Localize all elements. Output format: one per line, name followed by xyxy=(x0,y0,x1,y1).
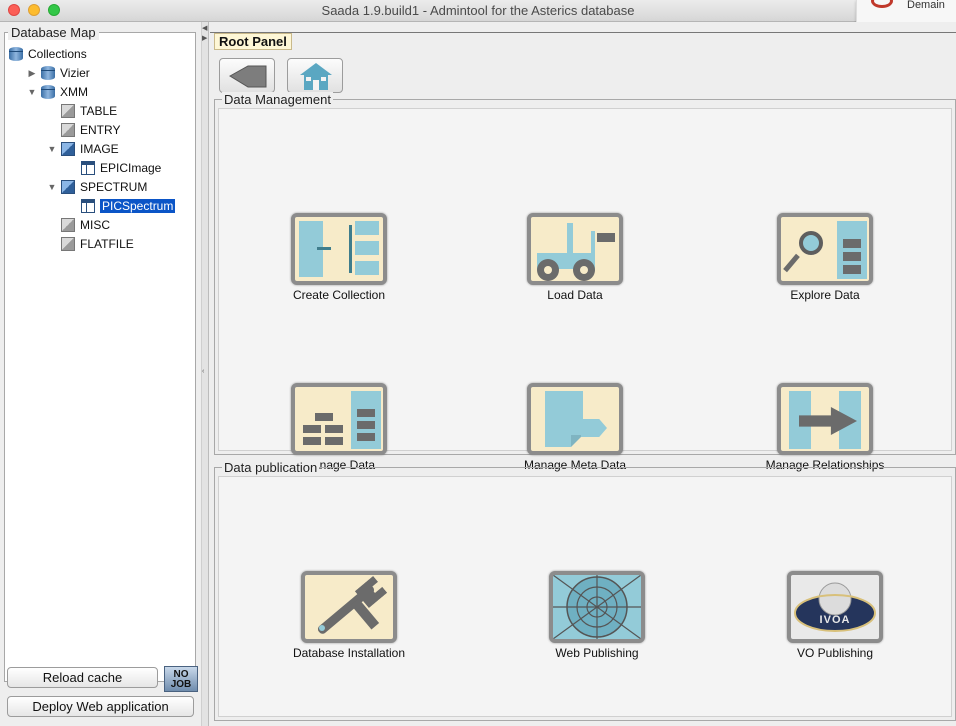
explore-data-label: Explore Data xyxy=(790,288,860,302)
home-icon xyxy=(300,63,332,90)
create-collection-icon xyxy=(291,213,387,285)
root-panel-frame: Root Panel Create Collection Load Data E… xyxy=(210,32,956,722)
deploy-web-application-button[interactable]: Deploy Web application xyxy=(7,696,194,717)
tree-node-label: SPECTRUM xyxy=(80,180,148,194)
tree-node-label: IMAGE xyxy=(80,142,119,156)
bricks-icon xyxy=(291,383,387,455)
vo-publishing-tile[interactable]: IVOA VO Publishing xyxy=(745,571,925,660)
expand-toggle-icon[interactable]: ▼ xyxy=(47,144,57,154)
tree-node-entry[interactable]: ENTRY xyxy=(47,121,120,139)
tree-node-picspectrum[interactable]: PICSpectrum xyxy=(67,197,176,215)
expand-right-arrow-icon[interactable]: ▶ xyxy=(202,34,207,42)
database-installation-tile[interactable]: Database Installation xyxy=(259,571,439,660)
web-publishing-tile[interactable]: Web Publishing xyxy=(507,571,687,660)
expand-toggle-icon[interactable]: ▼ xyxy=(27,87,37,97)
tree-node-label: Vizier xyxy=(60,66,90,80)
split-pane-divider[interactable]: ◀ ▶ ‹ xyxy=(201,22,208,726)
database-icon xyxy=(41,85,55,99)
root-panel: Root Panel Create Collection Load Data E… xyxy=(208,22,956,726)
load-data-tile[interactable]: Load Data xyxy=(485,213,665,302)
tree-node-label: ENTRY xyxy=(80,123,121,137)
database-map-panel: Collections ▶ Vizier ▼ XMM TABLE ENTRY ▼ IMAGE EP… xyxy=(4,32,196,682)
explore-data-tile[interactable]: Explore Data xyxy=(735,213,915,302)
cube-blue-icon xyxy=(61,142,75,156)
database-map-title: Database Map xyxy=(8,25,99,40)
manage-meta-data-tile[interactable]: Manage Meta Data xyxy=(485,383,665,472)
forklift-icon xyxy=(527,213,623,285)
web-publishing-label: Web Publishing xyxy=(555,646,639,660)
manage-data-tile[interactable]: Manage Data xyxy=(249,383,429,472)
tree-node-image[interactable]: ▼ IMAGE xyxy=(47,140,119,158)
data-publication-content: Database Installation Web Publishing IVO… xyxy=(218,476,952,717)
tree-node-label: TABLE xyxy=(80,104,118,118)
data-publication-title: Data publication xyxy=(222,460,320,475)
tree-node-vizier[interactable]: ▶ Vizier xyxy=(27,64,90,82)
title-bar: Saada 1.9.build1 - Admintool for the Ast… xyxy=(0,0,956,22)
cube-icon xyxy=(61,123,75,137)
expand-toggle-icon[interactable]: ▼ xyxy=(47,182,57,192)
data-management-section: Create Collection Load Data Explore Data… xyxy=(214,92,956,472)
home-button[interactable] xyxy=(287,58,343,93)
tree-node-label: PICSpectrum xyxy=(100,199,176,213)
tree-node-spectrum[interactable]: ▼ SPECTRUM xyxy=(47,178,147,196)
tree-node-misc[interactable]: MISC xyxy=(47,216,110,234)
tree-node-xmm[interactable]: ▼ XMM xyxy=(27,83,88,101)
tree-node-label: EPICImage xyxy=(100,161,162,175)
divider-grip-icon: ‹ xyxy=(202,368,205,375)
data-management-content: Create Collection Load Data Explore Data… xyxy=(218,108,952,472)
window-title: Saada 1.9.build1 - Admintool for the Ast… xyxy=(321,3,635,18)
ivoa-logo-text: IVOA xyxy=(819,614,851,626)
root-panel-title: Root Panel xyxy=(214,33,292,50)
arrow-relation-icon xyxy=(777,383,873,455)
left-pane: Collections ▶ Vizier ▼ XMM TABLE ENTRY ▼ IMAGE EP… xyxy=(0,22,201,726)
database-installation-label: Database Installation xyxy=(292,646,406,660)
tree-node-collections[interactable]: Collections xyxy=(9,45,87,63)
table-icon xyxy=(81,161,95,175)
ivoa-logo-icon: IVOA xyxy=(787,571,883,643)
document-tag-icon xyxy=(527,383,623,455)
tree-node-label: Collections xyxy=(28,47,87,61)
web-icon xyxy=(549,571,645,643)
vo-publishing-label: VO Publishing xyxy=(796,646,874,660)
tree-node-label: FLATFILE xyxy=(80,237,134,251)
database-icon xyxy=(9,47,23,61)
tree-node-flatfile[interactable]: FLATFILE xyxy=(47,235,134,253)
cube-icon xyxy=(61,237,75,251)
notification-text: Demain xyxy=(907,0,945,11)
create-collection-label: Create Collection xyxy=(292,288,386,302)
database-icon xyxy=(41,66,55,80)
load-data-label: Load Data xyxy=(547,288,603,302)
back-button[interactable] xyxy=(219,58,275,93)
cube-icon xyxy=(61,104,75,118)
create-collection-tile[interactable]: Create Collection xyxy=(249,213,429,302)
collapse-left-arrow-icon[interactable]: ◀ xyxy=(202,24,207,32)
data-management-title: Data Management xyxy=(222,92,333,107)
reload-cache-button[interactable]: Reload cache xyxy=(7,667,158,688)
no-job-line2: JOB xyxy=(170,679,192,690)
data-publication-section: Database Installation Web Publishing IVO… xyxy=(214,460,956,721)
wrench-icon xyxy=(301,571,397,643)
cube-icon xyxy=(61,218,75,232)
cube-blue-icon xyxy=(61,180,75,194)
back-arrow-icon xyxy=(229,65,267,88)
tree-node-epicimage[interactable]: EPICImage xyxy=(67,159,161,177)
tree-node-label: XMM xyxy=(60,85,88,99)
manage-relationships-tile[interactable]: Manage Relationships xyxy=(735,383,915,472)
no-job-indicator[interactable]: NO JOB xyxy=(164,666,198,692)
tree-node-table[interactable]: TABLE xyxy=(47,102,117,120)
magnifier-icon xyxy=(777,213,873,285)
table-icon xyxy=(81,199,95,213)
lifebuoy-icon xyxy=(871,0,893,8)
expand-toggle-icon[interactable]: ▶ xyxy=(27,68,37,79)
tree-node-label: MISC xyxy=(80,218,110,232)
